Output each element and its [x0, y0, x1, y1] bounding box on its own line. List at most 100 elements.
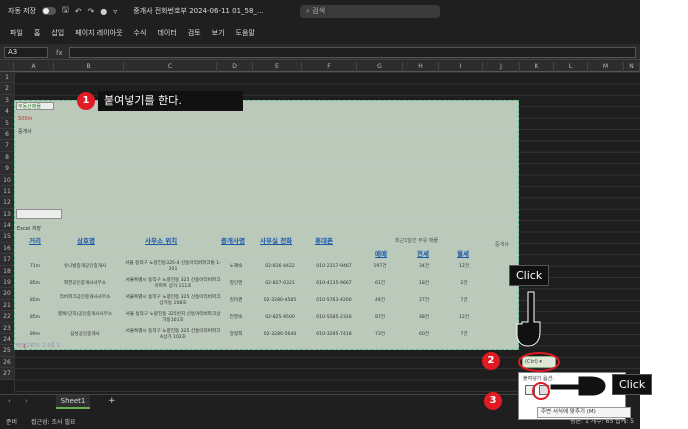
customize-icon[interactable]: ▿ [113, 7, 117, 16]
col-header[interactable]: B [54, 62, 124, 72]
tab-page-layout[interactable]: 페이지 레이아웃 [75, 28, 122, 38]
cell-location: 서울 동작구 노량진동325-4 신동아리버파크빌 1-201 [125, 261, 221, 272]
header-phone: 사무실 전화 [260, 237, 293, 245]
name-box[interactable]: A3 [4, 47, 48, 58]
cell-sale: 44건 [374, 298, 386, 303]
row-header[interactable]: 7 [0, 140, 14, 152]
row-header[interactable]: 8 [0, 152, 14, 164]
cell-mobile: 010-2317-9467 [316, 264, 352, 269]
column-headers: A B C D E F G H I J K L M N [0, 62, 640, 72]
col-header[interactable]: C [124, 62, 217, 72]
undo-icon[interactable]: ↶ [75, 7, 82, 16]
col-header[interactable]: F [302, 62, 357, 72]
header-monthly: 월세 [457, 250, 469, 258]
table-row: 71m 유니빌중개공인중개사 서울 동작구 노량진동325-4 신동아리버파크빌… [15, 259, 520, 276]
row-header[interactable]: 6 [0, 129, 14, 141]
col-header[interactable]: D [217, 62, 253, 72]
col-header[interactable]: K [520, 62, 554, 72]
row-header[interactable]: 15 [0, 231, 14, 243]
circle-icon[interactable]: ● [100, 7, 107, 16]
tab-review[interactable]: 검토 [188, 28, 201, 38]
pasted-white-box [16, 209, 62, 219]
cell-location: 서울특별시 동작구 노량진동 325 신동아리버파크A상가 102호 [125, 329, 221, 340]
row-header[interactable]: 13 [0, 209, 14, 221]
row-header[interactable]: 24 [0, 334, 14, 346]
row-header[interactable]: 22 [0, 311, 14, 323]
fx-icon[interactable]: fx [56, 49, 63, 57]
select-all-corner[interactable] [0, 62, 14, 72]
row-header[interactable]: 14 [0, 220, 14, 232]
tab-formulas[interactable]: 수식 [134, 28, 147, 38]
tab-file[interactable]: 파일 [10, 28, 23, 38]
cell-phone: 02-825-9500 [265, 315, 295, 320]
tab-home[interactable]: 홈 [34, 28, 40, 38]
pasted-tag2: 500m [18, 116, 33, 122]
autosave-toggle[interactable] [42, 7, 56, 15]
row-header[interactable]: 16 [0, 243, 14, 255]
row-header[interactable]: 17 [0, 254, 14, 266]
col-header[interactable]: L [554, 62, 588, 72]
col-header[interactable]: N [624, 62, 640, 72]
cell-broker: 장정희 [229, 332, 243, 337]
col-header[interactable]: E [253, 62, 302, 72]
col-header[interactable]: M [588, 62, 624, 72]
row-header[interactable]: 5 [0, 118, 14, 129]
row-header[interactable]: 26 [0, 357, 14, 369]
row-header[interactable]: 27 [0, 368, 14, 380]
ribbon-tabs: 파일 홈 삽입 페이지 레이아웃 수식 데이터 검토 보기 도움말 [0, 22, 640, 44]
cell-location: 서울특별시 동작구 노량진동 325 신동아리버파크 상가동 108호 [125, 295, 221, 306]
search-placeholder: 검색 [312, 7, 326, 15]
row-header[interactable]: 9 [0, 163, 14, 175]
title-bar: 자동 저장 🖫 ↶ ↷ ● ▿ 중개사 전화번호부 2024-06-11 01_… [0, 0, 640, 22]
col-header[interactable]: I [439, 62, 483, 72]
formula-bar: A3 fx [0, 46, 640, 60]
tab-view[interactable]: 보기 [212, 28, 225, 38]
cell-jeonse: 34건 [418, 264, 430, 269]
header-rep: 휴대폰 [315, 237, 333, 245]
accessibility-status[interactable]: 접근성: 조사 필요 [31, 417, 75, 426]
cell-monthly: 12건 [458, 315, 470, 320]
tab-insert[interactable]: 삽입 [51, 28, 64, 38]
row-header[interactable]: 19 [0, 277, 14, 289]
cell-distance: 85m [29, 298, 41, 303]
table-row: 85m 행복(단지)공인중개사사무소 서울 동작구 노량진동 325번지 신동아… [15, 310, 520, 327]
row-header[interactable]: 1 [0, 72, 14, 84]
pasted-content[interactable]: 부동산매물 500m 중개사 Excel 저장 최근1달간 부유 매물 거리 상… [14, 100, 519, 350]
cell-name: 행복(단지)공인중개사사무소 [57, 312, 113, 317]
row-header[interactable]: 21 [0, 300, 14, 312]
redo-icon[interactable]: ↷ [88, 7, 95, 16]
tab-data[interactable]: 데이터 [157, 28, 176, 38]
tab-help[interactable]: 도움말 [236, 28, 255, 38]
instruction-callout: 붙여넣기를 한다. [98, 91, 243, 111]
header-distance: 거리 [29, 237, 41, 245]
row-header[interactable]: 23 [0, 323, 14, 334]
col-header[interactable]: G [357, 62, 403, 72]
row-header[interactable]: 18 [0, 266, 14, 278]
record-position: 레코드위치: 1-5중 1 [16, 343, 60, 349]
row-header[interactable]: 25 [0, 345, 14, 357]
cell-location: 서울특별시 동작구 노량진동 325 신동아리버파크아파트 상가 111호 [125, 278, 221, 289]
search-box[interactable]: ⌕ 검색 [300, 5, 440, 18]
row-header[interactable]: 3 [0, 95, 14, 107]
cell-mobile: 010-4135-9667 [316, 281, 352, 286]
sheet-tab[interactable]: Sheet1 [56, 395, 90, 409]
pointing-hand-icon [516, 291, 541, 347]
col-header[interactable]: A [14, 62, 54, 72]
save-icon[interactable]: 🖫 [62, 4, 69, 18]
row-header[interactable]: 4 [0, 106, 14, 118]
row-header[interactable]: 10 [0, 175, 14, 186]
step-badge-2: 2 [482, 352, 500, 370]
match-format-tooltip: 주변 서식에 맞추기 (M) [537, 407, 631, 418]
row-header[interactable]: 11 [0, 186, 14, 198]
row-header[interactable]: 2 [0, 83, 14, 95]
cell-name: 삼성공인중개사 [70, 332, 100, 337]
add-sheet-icon[interactable]: + [108, 396, 116, 406]
sheet-nav-arrows[interactable]: ‹ › [8, 397, 34, 405]
cell-mobile: 010-3295-7418 [316, 332, 352, 337]
col-header[interactable]: H [403, 62, 439, 72]
row-header[interactable]: 20 [0, 288, 14, 300]
row-header[interactable]: 12 [0, 197, 14, 209]
formula-input[interactable] [68, 47, 636, 58]
col-header[interactable]: J [483, 62, 520, 72]
cell-sale: 197건 [373, 264, 387, 269]
